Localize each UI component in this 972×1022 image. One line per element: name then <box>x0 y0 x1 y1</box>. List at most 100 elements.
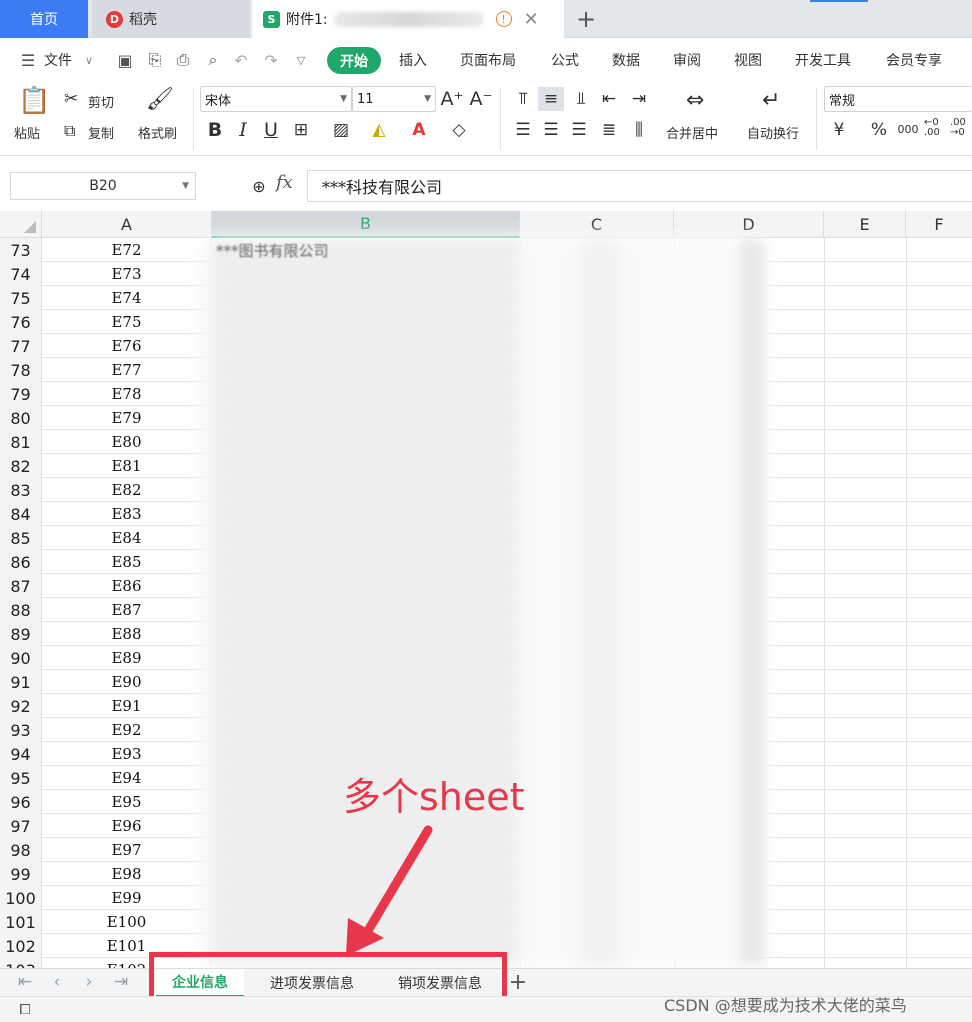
undo-icon[interactable]: ↶ <box>232 51 250 70</box>
cell-a[interactable]: E94 <box>42 766 212 790</box>
cell-a[interactable]: E86 <box>42 574 212 598</box>
menu-file[interactable]: 文件 <box>44 50 72 70</box>
cell-a[interactable]: E92 <box>42 718 212 742</box>
distribute-icon[interactable]: ⫼ <box>628 119 650 141</box>
cell-a[interactable]: E75 <box>42 310 212 334</box>
column-header-e[interactable]: E <box>824 211 906 238</box>
name-box[interactable]: B20 ▼ <box>10 172 196 200</box>
decrease-indent-icon[interactable]: ⇤ <box>598 88 620 110</box>
row-number[interactable]: 92 <box>0 694 42 718</box>
cell-a[interactable]: E99 <box>42 886 212 910</box>
tab-file[interactable]: S 附件1: ! ✕ <box>252 0 564 38</box>
row-number[interactable]: 102 <box>0 934 42 958</box>
row-number[interactable]: 79 <box>0 382 42 406</box>
menu-data[interactable]: 数据 <box>612 50 640 70</box>
prev-sheet-icon[interactable]: ‹ <box>46 970 68 994</box>
cell-a[interactable]: E79 <box>42 406 212 430</box>
fx-icon[interactable]: fx <box>276 172 293 193</box>
macro-icon[interactable]: ⧠ <box>14 1001 36 1019</box>
cell-a[interactable]: E85 <box>42 550 212 574</box>
cell-a[interactable]: E73 <box>42 262 212 286</box>
align-middle-icon[interactable]: ≡ <box>538 87 564 111</box>
tab-docer[interactable]: D 稻壳 <box>92 0 250 38</box>
zoom-icon[interactable]: ⊕ <box>248 175 270 197</box>
align-top-icon[interactable]: ⫪ <box>512 88 534 110</box>
first-sheet-icon[interactable]: ⇤ <box>14 970 36 994</box>
justify-icon[interactable]: ≣ <box>598 119 620 141</box>
row-number[interactable]: 89 <box>0 622 42 646</box>
row-number[interactable]: 95 <box>0 766 42 790</box>
underline-button[interactable]: U <box>260 119 282 141</box>
merge-center-button[interactable]: 合并居中 <box>666 123 718 142</box>
italic-button[interactable]: I <box>232 119 254 141</box>
print-icon[interactable]: ⎙ <box>174 50 192 69</box>
tab-start[interactable]: 开始 <box>327 47 381 74</box>
redo-icon[interactable]: ↷ <box>262 51 280 70</box>
cell-a[interactable]: E93 <box>42 742 212 766</box>
currency-button[interactable]: ¥ <box>828 119 850 141</box>
next-sheet-icon[interactable]: › <box>78 970 100 994</box>
copy-icon[interactable]: ⧉ <box>64 121 75 141</box>
row-number[interactable]: 78 <box>0 358 42 382</box>
row-number[interactable]: 96 <box>0 790 42 814</box>
cell-b73[interactable]: ***图书有限公司 <box>216 240 329 261</box>
decrease-decimal-button[interactable]: .00 →0 <box>950 117 972 139</box>
clear-format-icon[interactable]: ◇ <box>448 119 470 141</box>
row-number[interactable]: 87 <box>0 574 42 598</box>
menu-review[interactable]: 审阅 <box>673 50 701 70</box>
cell-a[interactable]: E76 <box>42 334 212 358</box>
cell-a[interactable]: E100 <box>42 910 212 934</box>
hamburger-icon[interactable]: ☰ <box>18 51 38 70</box>
cell-a[interactable]: E77 <box>42 358 212 382</box>
cell-a[interactable]: E95 <box>42 790 212 814</box>
formula-input[interactable]: ***科技有限公司 <box>307 170 972 202</box>
tab-home[interactable]: 首页 <box>0 0 88 38</box>
cell-a[interactable]: E80 <box>42 430 212 454</box>
row-number[interactable]: 98 <box>0 838 42 862</box>
row-number[interactable]: 85 <box>0 526 42 550</box>
row-number[interactable]: 101 <box>0 910 42 934</box>
column-header-f[interactable]: F <box>906 211 972 238</box>
row-number[interactable]: 81 <box>0 430 42 454</box>
font-color-icon[interactable]: A <box>408 119 430 141</box>
decrease-font-icon[interactable]: A⁻ <box>469 88 492 110</box>
print-preview-icon[interactable]: ⌕ <box>204 50 222 69</box>
warning-icon[interactable]: ! <box>495 11 512 27</box>
chevron-down-icon[interactable]: ∨ <box>80 51 98 69</box>
percent-button[interactable]: % <box>868 119 890 141</box>
cell-a[interactable]: E78 <box>42 382 212 406</box>
row-number[interactable]: 97 <box>0 814 42 838</box>
row-number[interactable]: 75 <box>0 286 42 310</box>
save-icon[interactable]: ▣ <box>116 51 134 70</box>
column-header-b[interactable]: B <box>212 211 520 238</box>
customize-icon[interactable]: ▽ <box>292 51 310 69</box>
thousands-button[interactable]: 000 <box>896 118 920 140</box>
row-number[interactable]: 86 <box>0 550 42 574</box>
copy-button[interactable]: 复制 <box>88 123 114 142</box>
row-number[interactable]: 82 <box>0 454 42 478</box>
row-number[interactable]: 77 <box>0 334 42 358</box>
cell-a[interactable]: E89 <box>42 646 212 670</box>
column-header-d[interactable]: D <box>674 211 824 238</box>
cell-a[interactable]: E91 <box>42 694 212 718</box>
row-number[interactable]: 93 <box>0 718 42 742</box>
fill-pattern-icon[interactable]: ▨ <box>330 119 352 141</box>
cell-a[interactable]: E83 <box>42 502 212 526</box>
column-header-a[interactable]: A <box>42 211 212 238</box>
last-sheet-icon[interactable]: ⇥ <box>110 970 132 994</box>
paste-icon[interactable]: 📋 <box>18 86 50 116</box>
align-right-icon[interactable]: ☰ <box>568 119 590 141</box>
number-format-select[interactable]: 常规 <box>824 86 972 112</box>
menu-formula[interactable]: 公式 <box>551 50 579 70</box>
row-number[interactable]: 99 <box>0 862 42 886</box>
wrap-text-button[interactable]: 自动换行 <box>747 123 799 142</box>
border-icon[interactable]: ⊞ <box>290 119 312 141</box>
close-tab-icon[interactable]: ✕ <box>524 9 539 30</box>
cell-a[interactable]: E84 <box>42 526 212 550</box>
cell-a[interactable]: E72 <box>42 238 212 262</box>
menu-insert[interactable]: 插入 <box>399 50 427 70</box>
align-bottom-icon[interactable]: ⫫ <box>570 88 592 110</box>
new-tab-button[interactable]: + <box>572 4 600 34</box>
increase-font-icon[interactable]: A⁺ <box>440 88 463 110</box>
cell-a[interactable]: E88 <box>42 622 212 646</box>
